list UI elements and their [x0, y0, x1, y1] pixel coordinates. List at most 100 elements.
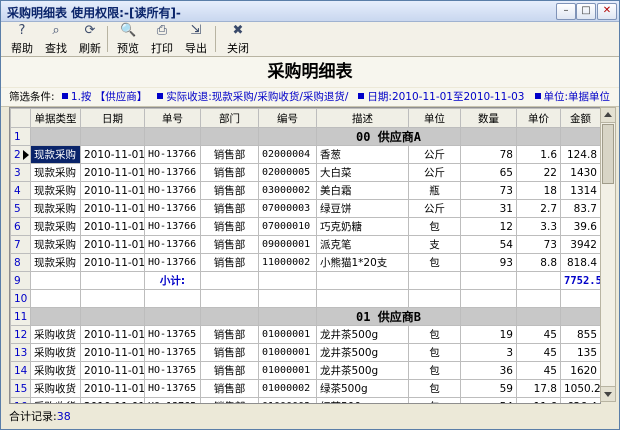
table-cell[interactable]: 818.4	[560, 253, 600, 272]
table-cell[interactable]: 124.8	[560, 145, 600, 164]
table-cell[interactable]: 龙井茶500g	[316, 361, 409, 380]
table-cell[interactable]	[316, 271, 409, 290]
row-number[interactable]: 11	[10, 307, 31, 326]
table-cell[interactable]: HO-13766	[144, 163, 201, 182]
table-row[interactable]: 6 现款采购 2010-11-01 HO-13766 销售部 07000010 巧克奶糖包 1…	[10, 217, 600, 236]
column-header[interactable]: 单据类型	[30, 108, 81, 128]
table-cell[interactable]: 绿豆饼	[316, 199, 409, 218]
table-cell[interactable]: 07000003	[258, 199, 317, 218]
table-cell[interactable]: 巧克奶糖	[316, 217, 409, 236]
table-cell[interactable]: 现款采购	[30, 253, 81, 272]
table-cell[interactable]	[408, 289, 461, 308]
row-number[interactable]: 1	[10, 127, 31, 146]
table-cell[interactable]: 01000003	[258, 397, 317, 403]
table-cell[interactable]: 2010-11-01	[80, 217, 145, 236]
table-cell[interactable]: 73	[516, 235, 561, 254]
table-cell[interactable]	[516, 271, 561, 290]
table-row[interactable]: 12 采购收货 2010-11-01 HO-13765 销售部 01000001 龙井茶50…	[10, 325, 600, 344]
table-row[interactable]: 10	[10, 289, 600, 308]
table-cell[interactable]: 绿茶500g	[316, 379, 409, 398]
table-cell[interactable]: 3.3	[516, 217, 561, 236]
row-number[interactable]: 14	[10, 361, 31, 380]
table-row[interactable]: 1 00 供应商A	[10, 127, 600, 146]
table-cell[interactable]: 美白霜	[316, 181, 409, 200]
table-row[interactable]: 11 01 供应商B	[10, 307, 600, 326]
table-cell[interactable]: 2010-11-01	[80, 253, 145, 272]
table-cell[interactable]: 83.7	[560, 199, 600, 218]
table-cell[interactable]: 红茶500g	[316, 397, 409, 403]
column-header[interactable]: 金额	[560, 108, 600, 128]
table-cell[interactable]: HO-13766	[144, 253, 201, 272]
table-cell[interactable]: 采购收货	[30, 343, 81, 362]
table-cell[interactable]: 销售部	[200, 235, 259, 254]
table-cell[interactable]: 瓶	[408, 181, 461, 200]
table-cell[interactable]	[200, 271, 259, 290]
column-header[interactable]: 日期	[80, 108, 145, 128]
table-cell[interactable]: 销售部	[200, 253, 259, 272]
table-cell[interactable]	[258, 271, 317, 290]
row-number[interactable]: 2	[10, 145, 31, 164]
table-cell[interactable]: 龙井茶500g	[316, 325, 409, 344]
table-cell[interactable]: 现款采购	[30, 235, 81, 254]
table-cell[interactable]: 2010-11-01	[80, 163, 145, 182]
table-cell[interactable]: 135	[560, 343, 600, 362]
print-button[interactable]: ⎙ 打印	[145, 23, 179, 56]
table-cell[interactable]: HO-13765	[144, 397, 201, 403]
scroll-down-icon[interactable]	[601, 386, 615, 401]
table-cell[interactable]: 01000001	[258, 361, 317, 380]
table-row[interactable]: 7 现款采购 2010-11-01 HO-13766 销售部 09000001 派克笔支 54…	[10, 235, 600, 254]
table-cell[interactable]: HO-13766	[144, 199, 201, 218]
table-cell[interactable]: 公斤	[408, 145, 461, 164]
table-cell[interactable]	[200, 289, 259, 308]
preview-button[interactable]: 🔍 预览	[111, 23, 145, 56]
table-cell[interactable]: 小熊猫1*20支	[316, 253, 409, 272]
column-header[interactable]: 单号	[144, 108, 201, 128]
table-cell[interactable]: 01000002	[258, 379, 317, 398]
table-cell[interactable]: 派克笔	[316, 235, 409, 254]
table-cell[interactable]: HO-13765	[144, 325, 201, 344]
table-cell[interactable]: 17.8	[516, 379, 561, 398]
table-row[interactable]: 2 现款采购 2010-11-01 HO-13766 销售部 02000004 香葱 公斤 78…	[10, 145, 600, 164]
table-cell[interactable]: 54	[460, 235, 517, 254]
table-cell[interactable]	[30, 271, 81, 290]
table-cell[interactable]: 销售部	[200, 181, 259, 200]
table-cell[interactable]: 39.6	[560, 217, 600, 236]
table-cell[interactable]: 59	[460, 379, 517, 398]
table-cell[interactable]: 3942	[560, 235, 600, 254]
column-header[interactable]: 单价	[516, 108, 561, 128]
table-row[interactable]: 4 现款采购 2010-11-01 HO-13766 销售部 03000002 美白霜瓶 73…	[10, 181, 600, 200]
table-cell[interactable]: 3	[460, 343, 517, 362]
table-row[interactable]: 3 现款采购 2010-11-01 HO-13766 销售部 02000005 大白菜 公斤 6…	[10, 163, 600, 182]
table-cell[interactable]: 销售部	[200, 325, 259, 344]
table-cell[interactable]: 2.7	[516, 199, 561, 218]
table-cell[interactable]: 12	[460, 217, 517, 236]
table-cell[interactable]: HO-13765	[144, 343, 201, 362]
refresh-button[interactable]: ⟳ 刷新	[73, 23, 107, 56]
table-cell[interactable]: HO-13766	[144, 181, 201, 200]
row-number[interactable]: 15	[10, 379, 31, 398]
table-cell[interactable]: 包	[408, 361, 461, 380]
table-cell[interactable]: 73	[460, 181, 517, 200]
vertical-scrollbar[interactable]	[600, 107, 616, 402]
table-cell[interactable]: 03000002	[258, 181, 317, 200]
table-cell[interactable]	[560, 289, 600, 308]
column-header[interactable]: 单位	[408, 108, 461, 128]
table-cell[interactable]	[258, 289, 317, 308]
table-cell[interactable]: 采购收货	[30, 361, 81, 380]
table-cell[interactable]: 支	[408, 235, 461, 254]
table-cell[interactable]: 大白菜	[316, 163, 409, 182]
table-cell[interactable]	[80, 271, 145, 290]
table-cell[interactable]	[144, 289, 201, 308]
table-cell[interactable]: HO-13766	[144, 217, 201, 236]
table-row[interactable]: 14 采购收货 2010-11-01 HO-13765 销售部 01000001 龙井茶50…	[10, 361, 600, 380]
table-cell[interactable]: 包	[408, 379, 461, 398]
table-cell[interactable]: 销售部	[200, 343, 259, 362]
table-cell[interactable]: 2010-11-01	[80, 199, 145, 218]
help-button[interactable]: ? 帮助	[5, 23, 39, 56]
row-number[interactable]: 5	[10, 199, 31, 218]
table-cell[interactable]: 2010-11-01	[80, 379, 145, 398]
table-cell[interactable]: 2010-11-01	[80, 235, 145, 254]
table-cell[interactable]	[408, 271, 461, 290]
table-cell[interactable]: 销售部	[200, 361, 259, 380]
table-cell[interactable]: 销售部	[200, 163, 259, 182]
